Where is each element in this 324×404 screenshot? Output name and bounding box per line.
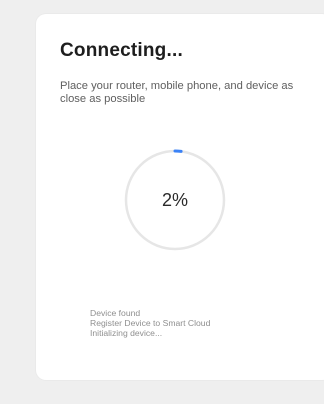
status-step-register: Register Device to Smart Cloud bbox=[90, 318, 211, 328]
instruction-text: Place your router, mobile phone, and dev… bbox=[60, 80, 294, 105]
progress-percentage: 2% bbox=[161, 189, 188, 210]
status-step-device-found: Device found bbox=[90, 308, 141, 318]
status-step-initializing: Initializing device... bbox=[90, 328, 163, 338]
page-title: Connecting... bbox=[60, 40, 183, 61]
progress-ring: 2% bbox=[120, 145, 230, 255]
connecting-card: Connecting... Place your router, mobile … bbox=[36, 14, 324, 380]
app-screen: Connecting... Place your router, mobile … bbox=[0, 0, 324, 404]
status-steps: Device found Register Device to Smart Cl… bbox=[90, 308, 210, 338]
